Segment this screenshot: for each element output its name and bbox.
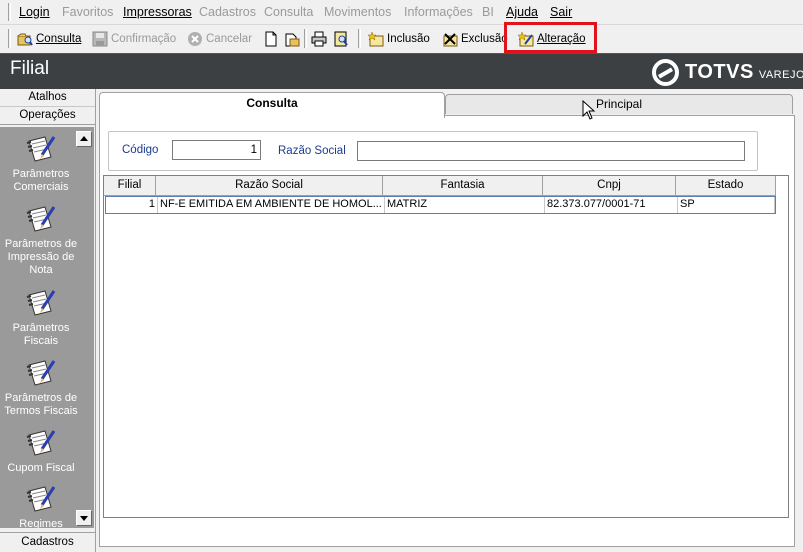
toolbar-separator (304, 29, 307, 48)
column-header-filial[interactable]: Filial (104, 176, 156, 196)
menu-login-label: Login (19, 5, 50, 19)
tab-consulta[interactable]: Consulta (99, 92, 445, 118)
shortcut-parametros-fiscais[interactable]: Parâmetros Fiscais (2, 287, 80, 348)
menu-bi[interactable]: BI (482, 5, 494, 19)
menu-login[interactable]: Login (19, 5, 50, 19)
blank-document-icon (263, 31, 279, 47)
menu-ajuda[interactable]: Ajuda (506, 5, 538, 19)
add-record-icon (367, 31, 384, 47)
shortcut-label: Parâmetros de Impressão de Nota (4, 238, 78, 276)
open-document-button[interactable] (284, 29, 303, 49)
toolbar: Consulta Confirmação Cancelar Inclusão E… (0, 25, 803, 52)
atalhos-header[interactable]: Atalhos (0, 89, 95, 107)
cancel-icon (187, 31, 203, 47)
alteracao-highlight-box (504, 22, 597, 53)
menu-informacoes[interactable]: Informações (404, 5, 473, 19)
menu-consulta[interactable]: Consulta (264, 5, 313, 19)
results-grid: Filial Razão Social Fantasia Cnpj Estado… (103, 175, 789, 518)
consulta-label: Consulta (36, 33, 82, 45)
confirmacao-label: Confirmação (111, 33, 177, 45)
toolbar-separator-2 (358, 29, 361, 48)
exclusao-button[interactable]: Exclusão (442, 29, 508, 49)
shortcut-label: Parâmetros Comerciais (12, 168, 70, 193)
shortcut-label: Parâmetros Fiscais (12, 322, 70, 347)
parameters-notepad-icon (25, 133, 57, 165)
razao-social-input[interactable] (357, 141, 745, 161)
window-title: Filial (10, 58, 50, 79)
filter-group: Código 1 Razão Social (108, 131, 758, 171)
cell-fantasia: MATRIZ (385, 197, 545, 213)
totvs-logo: TOTVS VAREJO (652, 59, 803, 86)
cell-estado: SP (678, 197, 775, 213)
open-document-icon (284, 31, 300, 47)
menu-sair[interactable]: Sair (550, 5, 572, 19)
menu-grip (8, 3, 11, 21)
cell-filial: 1 (106, 197, 158, 213)
codigo-label: Código (122, 144, 159, 156)
confirmacao-button[interactable]: Confirmação (92, 29, 176, 49)
save-icon (92, 31, 108, 47)
razao-social-label: Razão Social (278, 145, 346, 157)
codigo-input[interactable]: 1 (172, 140, 261, 160)
consulta-button[interactable]: Consulta (17, 29, 81, 49)
exclusao-label: Exclusão (461, 33, 508, 45)
print-button[interactable] (311, 29, 330, 49)
menu-impressoras[interactable]: Impressoras (123, 5, 192, 19)
column-header-estado[interactable]: Estado (676, 176, 776, 196)
menu-sair-label: Sair (550, 5, 573, 19)
table-row[interactable]: 1 NF-E EMITIDA EM AMBIENTE DE HOMOL... M… (105, 196, 776, 214)
menu-cadastros[interactable]: Cadastros (199, 5, 256, 19)
menu-impressoras-label: Impressoras (123, 5, 192, 19)
totvs-logo-icon (652, 59, 679, 86)
shortcut-label: Parâmetros de Termos Fiscais (4, 392, 78, 417)
window-titlebar: Filial TOTVS VAREJO (0, 53, 803, 89)
shortcut-label: Cupom Fiscal (7, 462, 75, 474)
menu-movimentos[interactable]: Movimentos (324, 5, 391, 19)
tab-page-consulta: Código 1 Razão Social Filial Razão Socia… (99, 115, 795, 547)
inclusao-label: Inclusão (387, 33, 430, 45)
toolbar-grip (8, 29, 11, 48)
menu-ajuda-label: Ajuda (506, 5, 538, 19)
report-button[interactable] (333, 29, 352, 49)
column-header-razao-social[interactable]: Razão Social (156, 176, 383, 196)
printer-icon (311, 31, 327, 47)
cadastros-footer[interactable]: Cadastros (0, 532, 95, 552)
grid-header: Filial Razão Social Fantasia Cnpj Estado (104, 176, 776, 196)
delete-record-icon (442, 31, 458, 47)
inclusao-button[interactable]: Inclusão (367, 29, 430, 49)
parameters-notepad-icon (25, 357, 57, 389)
shortcut-regimes[interactable]: Regimes (2, 483, 80, 528)
shortcut-panel: Atalhos Operações Parâmetros Comerciais … (0, 89, 96, 552)
column-header-fantasia[interactable]: Fantasia (383, 176, 543, 196)
shortcut-list: Parâmetros Comerciais Parâmetros de Impr… (0, 127, 94, 528)
parameters-notepad-icon (25, 287, 57, 319)
menu-favoritos[interactable]: Favoritos (62, 5, 113, 19)
folder-search-icon (17, 31, 33, 47)
new-document-button[interactable] (263, 29, 282, 49)
report-search-icon (333, 31, 349, 47)
shortcut-label: Regimes (19, 518, 63, 528)
scroll-up-button[interactable] (76, 131, 92, 147)
menu-bar: Login Favoritos Impressoras Cadastros Co… (0, 0, 803, 25)
parameters-notepad-icon (25, 483, 57, 515)
tab-principal[interactable]: Principal (445, 94, 793, 114)
shortcut-cupom-fiscal[interactable]: Cupom Fiscal (2, 427, 80, 475)
cell-cnpj: 82.373.077/0001-71 (545, 197, 678, 213)
shortcut-parametros-impressao[interactable]: Parâmetros de Impressão de Nota (2, 203, 80, 277)
scroll-down-button[interactable] (76, 510, 92, 526)
operacoes-header[interactable]: Operações (0, 107, 95, 125)
main-area: Principal Código 1 Razão Social Filial R… (97, 89, 803, 552)
logo-brand: TOTVS (685, 61, 754, 83)
cancelar-label: Cancelar (206, 33, 253, 45)
cancelar-button[interactable]: Cancelar (187, 29, 252, 49)
column-header-cnpj[interactable]: Cnpj (543, 176, 676, 196)
parameters-notepad-icon (25, 427, 57, 459)
parameters-notepad-icon (25, 203, 57, 235)
mouse-cursor-icon (582, 100, 596, 120)
logo-sub: VAREJO (758, 69, 803, 81)
cell-razao-social: NF-E EMITIDA EM AMBIENTE DE HOMOL... (158, 197, 385, 213)
shortcut-parametros-comerciais[interactable]: Parâmetros Comerciais (2, 133, 80, 194)
shortcut-parametros-termos-fiscais[interactable]: Parâmetros de Termos Fiscais (2, 357, 80, 418)
